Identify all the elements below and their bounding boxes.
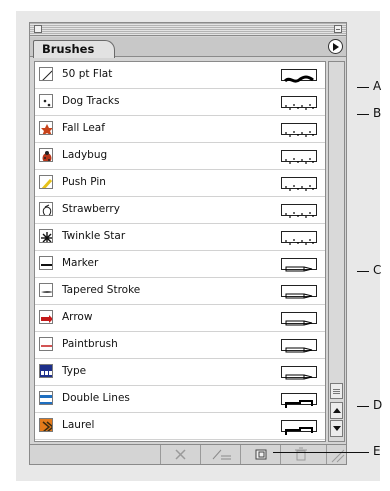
panel-menu-button[interactable] bbox=[328, 39, 343, 54]
brush-name: Twinkle Star bbox=[62, 230, 126, 242]
callout-letter-a: A bbox=[373, 79, 382, 93]
list-item[interactable]: Laurel bbox=[35, 413, 325, 440]
callout-line-d bbox=[357, 406, 369, 407]
list-item[interactable]: Arrow bbox=[35, 305, 325, 332]
brush-name: Arrow bbox=[62, 311, 93, 323]
brush-name: Fall Leaf bbox=[62, 122, 105, 134]
scatter-brush-icon bbox=[281, 150, 317, 164]
remove-brush-stroke-icon bbox=[175, 449, 186, 460]
remove-brush-stroke-button[interactable] bbox=[160, 445, 200, 464]
list-item[interactable]: Marker bbox=[35, 251, 325, 278]
brush-name: Strawberry bbox=[62, 203, 120, 215]
panel-bottom-bar bbox=[30, 444, 346, 464]
brush-thumbnail bbox=[39, 364, 53, 378]
brush-thumbnail bbox=[39, 175, 53, 189]
brush-name: Ladybug bbox=[62, 149, 108, 161]
list-item[interactable]: Double Lines bbox=[35, 386, 325, 413]
list-item[interactable]: Push Pin bbox=[35, 170, 325, 197]
scatter-brush-icon bbox=[281, 96, 317, 110]
panel-tab-row: Brushes bbox=[30, 37, 346, 58]
brush-thumbnail bbox=[39, 391, 53, 405]
brush-thumbnail bbox=[39, 256, 53, 270]
brush-thumbnail bbox=[39, 337, 53, 351]
list-item[interactable]: Strawberry bbox=[35, 197, 325, 224]
list-item[interactable]: Type bbox=[35, 359, 325, 386]
brush-thumbnail bbox=[39, 202, 53, 216]
brush-thumbnail bbox=[39, 229, 53, 243]
brush-name: Push Pin bbox=[62, 176, 106, 188]
delete-brush-button[interactable] bbox=[280, 445, 320, 464]
brush-list: 50 pt Flat Dog Tracks Fall Leaf Ladybug … bbox=[34, 61, 326, 442]
art-brush-icon bbox=[281, 285, 317, 299]
list-item[interactable]: Twinkle Star bbox=[35, 224, 325, 251]
list-item[interactable]: Ladybug bbox=[35, 143, 325, 170]
callout-line-e bbox=[273, 452, 369, 453]
brush-thumbnail bbox=[39, 67, 53, 81]
brush-thumbnail bbox=[39, 121, 53, 135]
new-brush-icon bbox=[255, 449, 267, 460]
brush-thumbnail bbox=[39, 148, 53, 162]
delete-brush-icon bbox=[295, 447, 307, 461]
scroll-down-arrow-icon[interactable] bbox=[330, 420, 343, 437]
brush-thumbnail bbox=[39, 310, 53, 324]
vertical-scrollbar[interactable] bbox=[328, 61, 345, 442]
brush-name: Marker bbox=[62, 257, 99, 269]
art-brush-icon bbox=[281, 366, 317, 380]
brush-name: Type bbox=[62, 365, 87, 377]
panel-title-bar[interactable] bbox=[30, 23, 346, 36]
brush-name: Double Lines bbox=[62, 392, 130, 404]
brush-thumbnail bbox=[39, 418, 53, 432]
brush-options-icon bbox=[212, 449, 231, 460]
brush-name: Dog Tracks bbox=[62, 95, 120, 107]
art-brush-icon bbox=[281, 339, 317, 353]
callout-line-b bbox=[357, 114, 369, 115]
list-item[interactable]: Dog Tracks bbox=[35, 89, 325, 116]
scatter-brush-icon bbox=[281, 177, 317, 191]
pattern-brush-icon bbox=[281, 420, 317, 435]
scatter-brush-icon bbox=[281, 123, 317, 137]
list-item[interactable]: 50 pt Flat bbox=[35, 62, 325, 89]
callout-letter-b: B bbox=[373, 106, 382, 120]
scroll-thumb[interactable] bbox=[330, 383, 343, 399]
callout-letter-c: C bbox=[373, 263, 382, 277]
brush-thumbnail bbox=[39, 283, 53, 297]
list-item[interactable]: Fall Leaf bbox=[35, 116, 325, 143]
resize-grip-icon[interactable] bbox=[326, 445, 345, 464]
new-brush-button[interactable] bbox=[240, 445, 280, 464]
scatter-brush-icon bbox=[281, 204, 317, 218]
callout-line-a bbox=[357, 87, 369, 88]
tab-brushes[interactable]: Brushes bbox=[33, 40, 115, 58]
brush-options-button[interactable] bbox=[200, 445, 240, 464]
brush-name: Laurel bbox=[62, 419, 95, 431]
brush-thumbnail bbox=[39, 94, 53, 108]
art-brush-icon bbox=[281, 258, 317, 272]
list-item[interactable]: Paintbrush bbox=[35, 332, 325, 359]
callout-line-c bbox=[357, 271, 369, 272]
list-item[interactable]: Tapered Stroke bbox=[35, 278, 325, 305]
brushes-panel: Brushes 50 pt Flat Dog Tracks Fall Leaf … bbox=[29, 22, 347, 465]
scroll-up-arrow-icon[interactable] bbox=[330, 402, 343, 419]
collapse-box-icon[interactable] bbox=[334, 25, 342, 33]
brush-name: 50 pt Flat bbox=[62, 68, 113, 80]
close-box-icon[interactable] bbox=[34, 25, 42, 33]
calligraphic-brush-icon bbox=[281, 69, 317, 83]
scatter-brush-icon bbox=[281, 231, 317, 245]
art-brush-icon bbox=[281, 312, 317, 326]
brush-name: Paintbrush bbox=[62, 338, 118, 350]
callout-letter-e: E bbox=[373, 444, 381, 458]
brush-name: Tapered Stroke bbox=[62, 284, 141, 296]
pattern-brush-icon bbox=[281, 393, 317, 408]
callout-letter-d: D bbox=[373, 398, 383, 412]
